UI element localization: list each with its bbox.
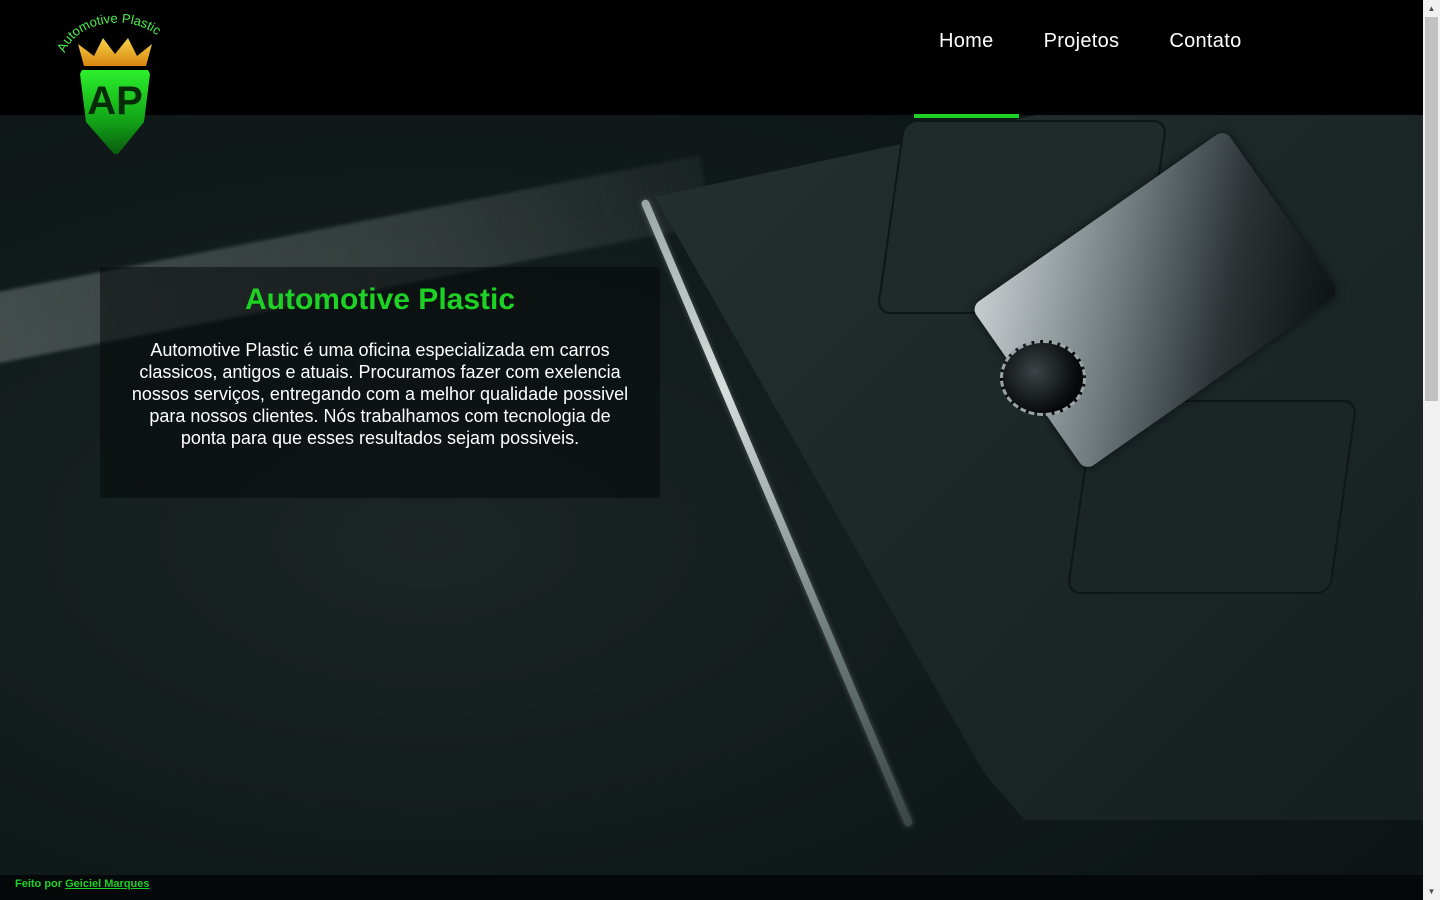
nav-item-label: Projetos bbox=[1043, 30, 1120, 52]
site-header: Home Projetos Contato bbox=[0, 0, 1423, 118]
logo-graphic: Automotive Plastic AP bbox=[58, 14, 164, 154]
footer-prefix: Feito por bbox=[15, 878, 63, 890]
author-link[interactable]: Geiciel Marques bbox=[65, 878, 149, 890]
vertical-scrollbar[interactable]: ▲ ▼ bbox=[1423, 0, 1440, 900]
about-description: Automotive Plastic é uma oficina especia… bbox=[131, 340, 629, 448]
about-title: Automotive Plastic bbox=[244, 283, 516, 316]
nav-item-contato[interactable]: Contato bbox=[1144, 0, 1266, 115]
about-card: Automotive Plastic Automotive Plastic é … bbox=[100, 267, 660, 498]
scroll-up-arrow-icon[interactable]: ▲ bbox=[1423, 0, 1440, 17]
site-logo[interactable]: Automotive Plastic AP bbox=[58, 14, 173, 159]
nav-item-label: Contato bbox=[1169, 30, 1242, 52]
nav-item-home[interactable]: Home bbox=[914, 0, 1019, 118]
nav-item-label: Home bbox=[939, 30, 994, 52]
site-footer: Feito por Geiciel Marques bbox=[0, 875, 1423, 900]
page-viewport: Home Projetos Contato Automotive Plastic bbox=[0, 0, 1423, 900]
main-nav: Home Projetos Contato bbox=[914, 0, 1267, 118]
crown-icon bbox=[78, 38, 152, 66]
footer-credit: Feito por Geiciel Marques bbox=[15, 878, 150, 890]
nav-item-projetos[interactable]: Projetos bbox=[1019, 0, 1145, 115]
logo-initials: AP bbox=[87, 79, 143, 123]
scrollbar-thumb[interactable] bbox=[1425, 17, 1438, 401]
engine-intake bbox=[1000, 340, 1086, 416]
scroll-down-arrow-icon[interactable]: ▼ bbox=[1423, 883, 1440, 900]
